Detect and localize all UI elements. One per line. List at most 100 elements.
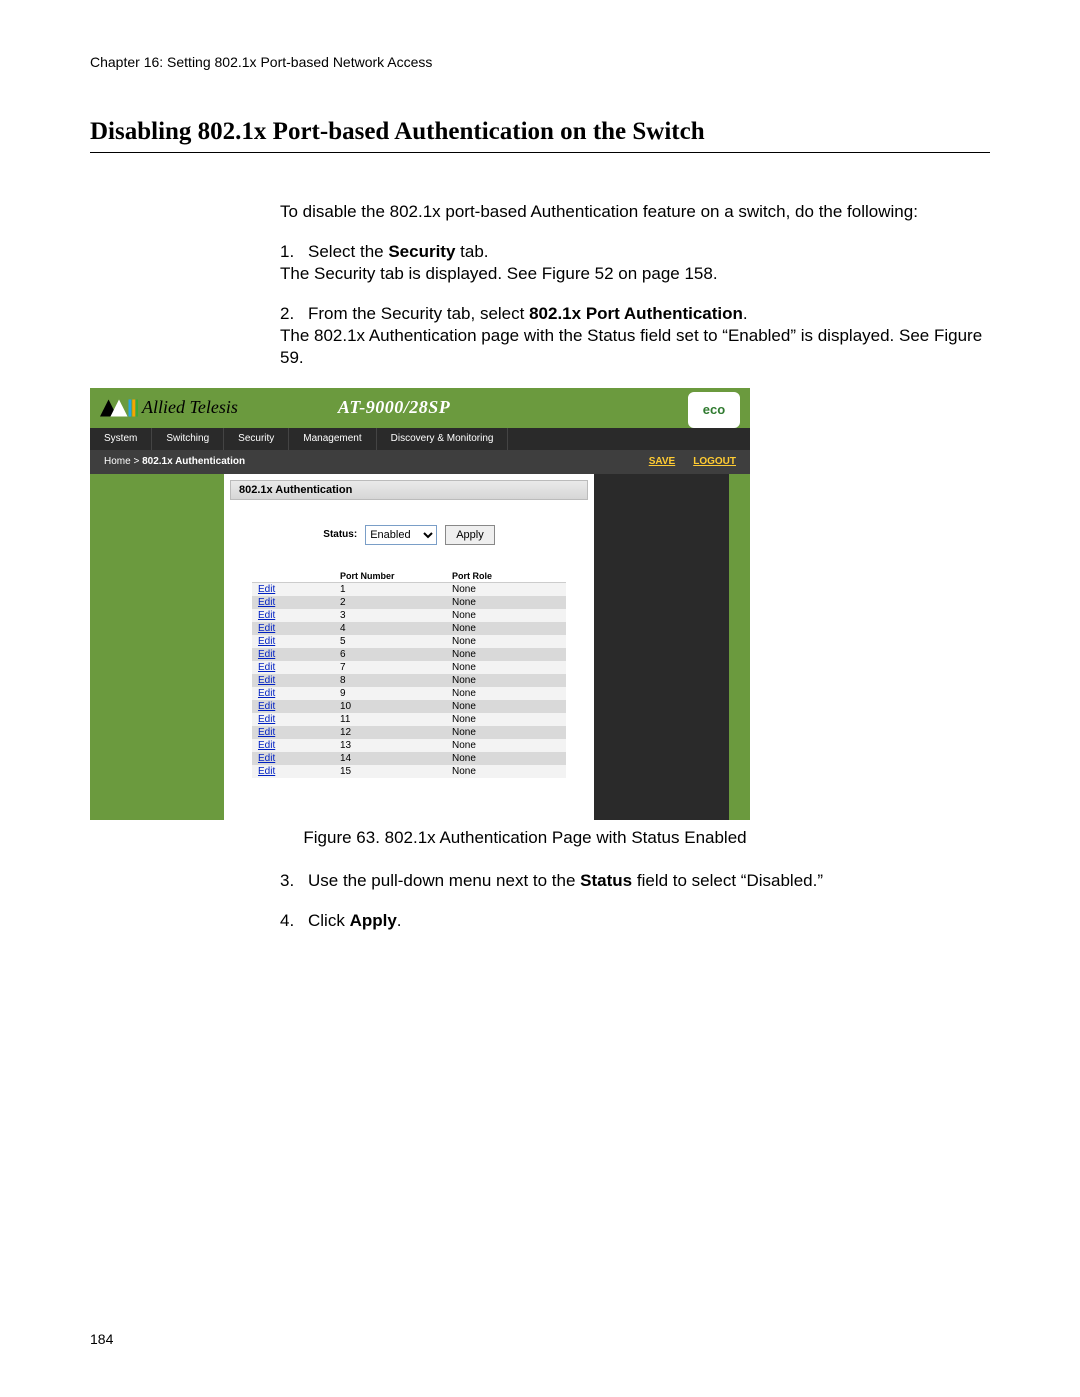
breadcrumb-home[interactable]: Home bbox=[104, 456, 131, 467]
edit-link[interactable]: Edit bbox=[258, 584, 275, 595]
edit-link[interactable]: Edit bbox=[258, 714, 275, 725]
edit-link[interactable]: Edit bbox=[258, 623, 275, 634]
breadcrumb-sep: > bbox=[131, 456, 142, 467]
header-links: SAVE LOGOUT bbox=[649, 456, 736, 467]
step-2-pre: From the Security tab, select bbox=[308, 304, 529, 323]
edit-link[interactable]: Edit bbox=[258, 701, 275, 712]
cell-port-number: 15 bbox=[334, 765, 446, 778]
cell-port-number: 13 bbox=[334, 739, 446, 752]
cell-edit: Edit bbox=[252, 596, 334, 609]
cell-port-role: None bbox=[446, 596, 566, 609]
step-4: 4. Click Apply. bbox=[280, 910, 990, 932]
cell-edit: Edit bbox=[252, 752, 334, 765]
cell-edit: Edit bbox=[252, 635, 334, 648]
cell-port-role: None bbox=[446, 609, 566, 622]
table-row: Edit 9None bbox=[252, 687, 566, 700]
table-row: Edit12None bbox=[252, 726, 566, 739]
body-column: To disable the 802.1x port-based Authent… bbox=[280, 201, 990, 370]
edit-link[interactable]: Edit bbox=[258, 753, 275, 764]
cell-port-number: 9 bbox=[334, 687, 446, 700]
edit-link[interactable]: Edit bbox=[258, 688, 275, 699]
cell-port-role: None bbox=[446, 622, 566, 635]
edit-link[interactable]: Edit bbox=[258, 610, 275, 621]
table-body: Edit1NoneEdit2NoneEdit3NoneEdit4NoneEdit… bbox=[252, 583, 566, 778]
step-number: 2. bbox=[280, 303, 308, 325]
cell-edit: Edit bbox=[252, 622, 334, 635]
edit-link[interactable]: Edit bbox=[258, 662, 275, 673]
edit-link[interactable]: Edit bbox=[258, 597, 275, 608]
step-number: 3. bbox=[280, 870, 308, 892]
table-row: Edit5None bbox=[252, 635, 566, 648]
section-title: Disabling 802.1x Port-based Authenticati… bbox=[90, 118, 990, 153]
shot-right-margin bbox=[594, 474, 750, 820]
step-1: 1. Select the Security tab. bbox=[280, 241, 990, 263]
step-3-bold: Status bbox=[580, 871, 632, 890]
step-text: Use the pull-down menu next to the Statu… bbox=[308, 870, 990, 892]
edit-link[interactable]: Edit bbox=[258, 636, 275, 647]
cell-port-number: 6 bbox=[334, 648, 446, 661]
table-row: Edit3None bbox=[252, 609, 566, 622]
breadcrumb-current: 802.1x Authentication bbox=[142, 456, 245, 467]
cell-edit: Edit bbox=[252, 713, 334, 726]
tab-switching[interactable]: Switching bbox=[152, 428, 224, 450]
tab-discovery-monitoring[interactable]: Discovery & Monitoring bbox=[377, 428, 509, 450]
port-table: Port Number Port Role Edit1NoneEdit2None… bbox=[252, 570, 566, 778]
step-2-result: The 802.1x Authentication page with the … bbox=[280, 325, 990, 369]
apply-button[interactable]: Apply bbox=[445, 525, 495, 545]
step-text: From the Security tab, select 802.1x Por… bbox=[308, 303, 990, 325]
step-1-bold: Security bbox=[388, 242, 455, 261]
step-number: 1. bbox=[280, 241, 308, 263]
step-1-post: tab. bbox=[455, 242, 488, 261]
table-row: Edit4None bbox=[252, 622, 566, 635]
edit-link[interactable]: Edit bbox=[258, 740, 275, 751]
shot-content-panel: 802.1x Authentication Status: Enabled Ap… bbox=[224, 474, 594, 820]
cell-port-role: None bbox=[446, 687, 566, 700]
col-edit-header bbox=[252, 570, 334, 582]
cell-edit: Edit bbox=[252, 661, 334, 674]
table-row: Edit2None bbox=[252, 596, 566, 609]
col-role-header: Port Role bbox=[446, 570, 566, 582]
cell-port-role: None bbox=[446, 739, 566, 752]
shot-main: 802.1x Authentication Status: Enabled Ap… bbox=[90, 474, 750, 820]
step-2-bold: 802.1x Port Authentication bbox=[529, 304, 743, 323]
cell-edit: Edit bbox=[252, 674, 334, 687]
cell-port-number: 10 bbox=[334, 700, 446, 713]
edit-link[interactable]: Edit bbox=[258, 675, 275, 686]
cell-edit: Edit bbox=[252, 648, 334, 661]
tab-security[interactable]: Security bbox=[224, 428, 289, 450]
step-text: Click Apply. bbox=[308, 910, 990, 932]
step-number: 4. bbox=[280, 910, 308, 932]
cell-port-role: None bbox=[446, 635, 566, 648]
step-3: 3. Use the pull-down menu next to the St… bbox=[280, 870, 990, 892]
cell-edit: Edit bbox=[252, 687, 334, 700]
step-4-bold: Apply bbox=[350, 911, 397, 930]
table-row: Edit1None bbox=[252, 583, 566, 596]
table-row: Edit 11None bbox=[252, 713, 566, 726]
logout-link[interactable]: LOGOUT bbox=[693, 456, 736, 467]
edit-link[interactable]: Edit bbox=[258, 727, 275, 738]
panel-title: 802.1x Authentication bbox=[230, 480, 588, 500]
step-4-pre: Click bbox=[308, 911, 350, 930]
tab-system[interactable]: System bbox=[90, 428, 152, 450]
table-row: Edit14None bbox=[252, 752, 566, 765]
status-select[interactable]: Enabled bbox=[365, 525, 437, 545]
cell-edit: Edit bbox=[252, 583, 334, 596]
breadcrumb: Home > 802.1x Authentication bbox=[104, 456, 245, 467]
cell-port-role: None bbox=[446, 674, 566, 687]
brand-mark-icon bbox=[100, 399, 138, 417]
tab-management[interactable]: Management bbox=[289, 428, 376, 450]
cell-port-role: None bbox=[446, 713, 566, 726]
edit-link[interactable]: Edit bbox=[258, 649, 275, 660]
edit-link[interactable]: Edit bbox=[258, 766, 275, 777]
cell-port-role: None bbox=[446, 765, 566, 778]
step-2: 2. From the Security tab, select 802.1x … bbox=[280, 303, 990, 325]
intro-paragraph: To disable the 802.1x port-based Authent… bbox=[280, 201, 990, 223]
save-link[interactable]: SAVE bbox=[649, 456, 676, 467]
table-row: Edit 15None bbox=[252, 765, 566, 778]
table-row: Edit6None bbox=[252, 648, 566, 661]
cell-port-number: 12 bbox=[334, 726, 446, 739]
cell-port-number: 11 bbox=[334, 713, 446, 726]
cell-port-role: None bbox=[446, 700, 566, 713]
shot-header: Allied Telesis AT-9000/28SP eco bbox=[90, 388, 750, 428]
cell-port-number: 8 bbox=[334, 674, 446, 687]
